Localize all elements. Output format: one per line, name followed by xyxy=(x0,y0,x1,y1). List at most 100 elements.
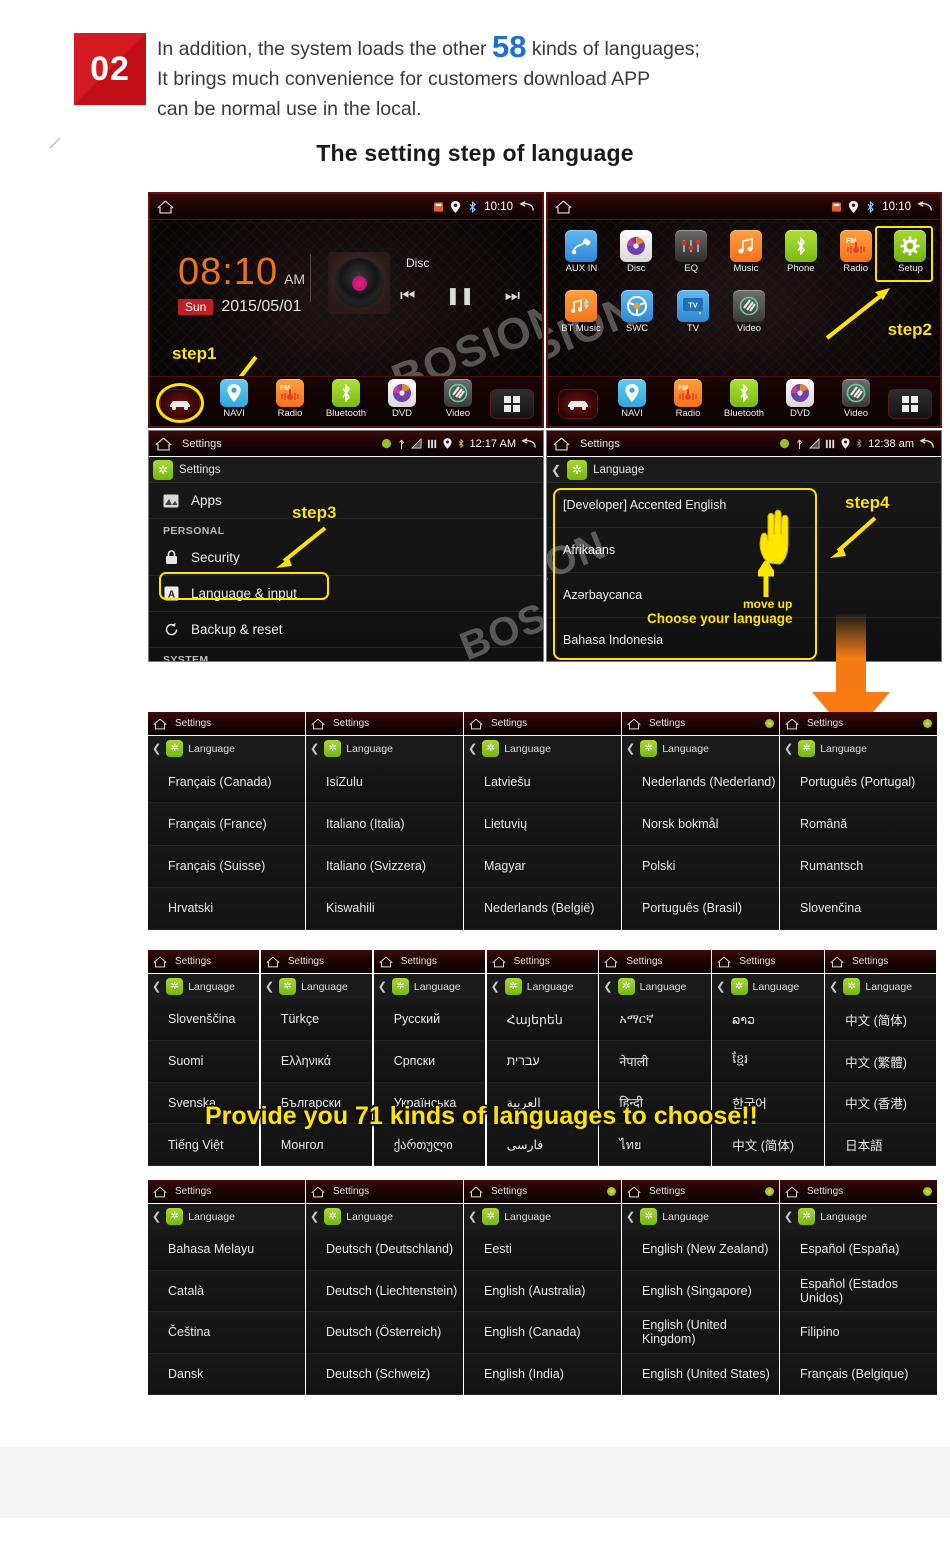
panel-breadcrumb[interactable]: ❮ ✲ Language xyxy=(712,974,824,999)
chevron-left-icon[interactable]: ❮ xyxy=(378,980,387,993)
panel-breadcrumb[interactable]: ❮ ✲ Language xyxy=(780,736,937,761)
language-list-item[interactable]: Slovenčina xyxy=(780,887,937,930)
home-icon[interactable] xyxy=(604,956,619,968)
language-list-item[interactable]: Latviešu xyxy=(464,761,621,804)
app-tile-eq[interactable]: EQ xyxy=(664,230,718,274)
language-list-item[interactable]: Português (Brasil) xyxy=(622,887,779,930)
language-list-item[interactable]: Português (Portugal) xyxy=(780,761,937,804)
home-icon[interactable] xyxy=(153,956,167,968)
language-list-item[interactable]: Italiano (Italia) xyxy=(306,803,463,846)
car-mode-button[interactable] xyxy=(558,389,598,419)
panel-breadcrumb[interactable]: ❮ ✲ Language xyxy=(148,974,260,999)
language-list-item[interactable]: Italiano (Svizzera) xyxy=(306,845,463,888)
language-list-item[interactable]: Nederlands (België) xyxy=(464,887,621,930)
home-icon[interactable] xyxy=(555,200,572,214)
panel-breadcrumb[interactable]: ❮ ✲ Language xyxy=(306,1204,463,1229)
language-list-item[interactable]: Српски xyxy=(373,1040,486,1083)
app-tile-aux-in[interactable]: AUX IN xyxy=(554,230,608,274)
language-list-item[interactable]: English (United Kingdom) xyxy=(622,1312,779,1354)
home-icon[interactable] xyxy=(155,437,172,451)
app-tile-bt-music[interactable]: BT Music xyxy=(554,290,608,334)
language-list-item[interactable]: English (Australia) xyxy=(464,1270,621,1312)
language-list-item[interactable]: Magyar xyxy=(464,845,621,888)
media-transport-controls[interactable]: ⏮ ❚❚ ⏭ xyxy=(400,286,520,306)
screen4-breadcrumb[interactable]: ❮ ✲ Language xyxy=(547,457,941,483)
panel-breadcrumb[interactable]: ❮ ✲ Language xyxy=(486,974,598,999)
language-list-item[interactable]: Rumantsch xyxy=(780,845,937,888)
chevron-left-icon[interactable]: ❮ xyxy=(310,742,319,755)
chevron-left-icon[interactable]: ❮ xyxy=(152,742,161,755)
app-tile-bluetooth[interactable]: Bluetooth xyxy=(319,379,373,419)
language-list-item[interactable]: Català xyxy=(148,1270,305,1312)
panel-breadcrumb[interactable]: ❮ ✲ Language xyxy=(148,736,305,761)
previous-track-icon[interactable]: ⏮ xyxy=(400,286,415,306)
app-tile-disc[interactable]: Disc xyxy=(609,230,663,274)
home-icon[interactable] xyxy=(469,718,483,730)
back-icon[interactable] xyxy=(519,200,535,213)
home-icon[interactable] xyxy=(785,1186,799,1198)
home-icon[interactable] xyxy=(491,956,506,968)
chevron-left-icon[interactable]: ❮ xyxy=(784,1210,793,1223)
chevron-left-icon[interactable]: ❮ xyxy=(716,980,725,993)
app-tile-dvd[interactable]: DVD xyxy=(773,379,827,419)
language-list-item[interactable]: Français (France) xyxy=(148,803,305,846)
back-icon[interactable] xyxy=(917,200,933,213)
screen3-breadcrumb[interactable]: ✲ Settings xyxy=(149,457,543,483)
language-list-item[interactable]: עברית xyxy=(486,1040,598,1083)
home-icon[interactable] xyxy=(785,718,799,730)
language-list-item[interactable]: Slovenščina xyxy=(148,999,260,1041)
chevron-left-icon[interactable]: ❮ xyxy=(310,1210,319,1223)
panel-breadcrumb[interactable]: ❮ ✲ Language xyxy=(622,736,779,761)
language-list-item[interactable]: Hrvatski xyxy=(148,887,305,930)
app-tile-bluetooth[interactable]: Bluetooth xyxy=(717,379,771,419)
app-tile-video[interactable]: Video xyxy=(722,290,776,334)
language-list-item[interactable]: नेपाली xyxy=(599,1040,711,1083)
app-tile-swc[interactable]: SWC xyxy=(610,290,664,334)
home-icon[interactable] xyxy=(311,1186,325,1198)
language-list-item[interactable]: Deutsch (Österreich) xyxy=(306,1312,463,1354)
chevron-left-icon[interactable]: ❮ xyxy=(491,980,500,993)
home-icon[interactable] xyxy=(153,1186,167,1198)
app-tile-navi[interactable]: NAVI xyxy=(605,379,659,419)
language-list-item[interactable]: Lietuvių xyxy=(464,803,621,846)
settings-row-apps[interactable]: Apps xyxy=(149,483,543,519)
panel-breadcrumb[interactable]: ❮ ✲ Language xyxy=(148,1204,305,1229)
panel-breadcrumb[interactable]: ❮ ✲ Language xyxy=(260,974,373,999)
home-icon[interactable] xyxy=(469,1186,483,1198)
panel-breadcrumb[interactable]: ❮ ✲ Language xyxy=(464,1204,621,1229)
app-tile-radio[interactable]: FM Radio xyxy=(661,379,715,419)
all-apps-button[interactable] xyxy=(490,389,534,419)
app-tile-video[interactable]: Video xyxy=(829,379,883,419)
chevron-left-icon[interactable]: ❮ xyxy=(152,1210,161,1223)
next-track-icon[interactable]: ⏭ xyxy=(505,286,520,306)
home-icon[interactable] xyxy=(717,956,731,968)
language-list-item[interactable]: 中文 (香港) xyxy=(825,1082,937,1125)
language-list-item[interactable]: Filipino xyxy=(780,1312,937,1354)
language-list-item[interactable]: Ελληνικά xyxy=(260,1040,373,1083)
settings-row-backup-reset[interactable]: Backup & reset xyxy=(149,612,543,648)
language-list-item[interactable]: ខ្មែរ xyxy=(712,1040,824,1083)
back-icon[interactable] xyxy=(919,437,935,450)
language-list-item[interactable]: Türkçe xyxy=(260,999,373,1041)
language-list-item[interactable]: Español (Estados Unidos) xyxy=(780,1270,937,1312)
language-list-item[interactable]: Română xyxy=(780,803,937,846)
home-icon[interactable] xyxy=(830,956,844,968)
language-list-item[interactable]: Kiswahili xyxy=(306,887,463,930)
back-icon[interactable] xyxy=(521,437,537,450)
language-list-item[interactable]: Հայերեն xyxy=(486,999,598,1041)
chevron-left-icon[interactable]: ❮ xyxy=(468,1210,477,1223)
app-tile-video[interactable]: Video xyxy=(431,379,485,419)
language-list-item[interactable]: Norsk bokmål xyxy=(622,803,779,846)
language-list-item[interactable]: English (India) xyxy=(464,1353,621,1395)
chevron-left-icon[interactable]: ❮ xyxy=(603,980,612,993)
app-tile-phone[interactable]: Phone xyxy=(774,230,828,274)
chevron-left-icon[interactable]: ❮ xyxy=(152,980,161,993)
home-icon[interactable] xyxy=(311,718,325,730)
panel-breadcrumb[interactable]: ❮ ✲ Language xyxy=(622,1204,779,1229)
language-list-item[interactable]: Deutsch (Schweiz) xyxy=(306,1353,463,1395)
language-list-item[interactable]: Polski xyxy=(622,845,779,888)
chevron-left-icon[interactable]: ❮ xyxy=(784,742,793,755)
language-list-item[interactable]: English (Singapore) xyxy=(622,1270,779,1312)
language-list-item[interactable]: 中文 (繁體) xyxy=(825,1040,937,1083)
chevron-left-icon[interactable]: ❮ xyxy=(468,742,477,755)
